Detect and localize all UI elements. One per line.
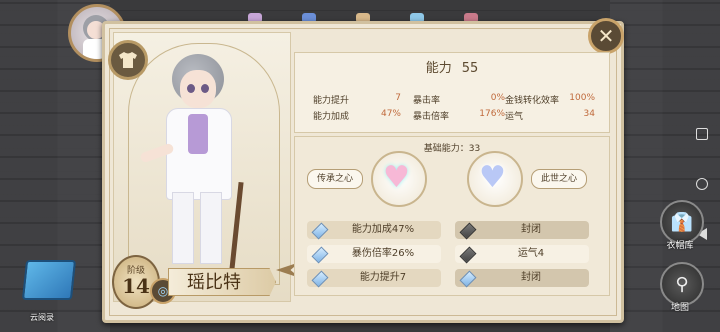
- cloud-record-button[interactable]: [18, 258, 78, 308]
- left-slot-3[interactable]: 能力提升7: [307, 269, 441, 288]
- close-icon: ✕: [597, 24, 615, 48]
- stat-ability-bonus: 能力加成 47%: [313, 109, 401, 122]
- rainbow-heart-icon: ♥: [383, 160, 410, 195]
- right-slot-3[interactable]: 封闭: [455, 269, 589, 288]
- base-ability-box: 基础能力：33 传承之心 ♥ ♥ 此世之心 能力加成47% 暴伤倍率26% 能力…: [294, 136, 610, 296]
- inheritance-heart-slot[interactable]: ♥: [371, 151, 427, 207]
- this-world-heart-slot[interactable]: ♥: [467, 151, 523, 207]
- map-label: 地图: [670, 303, 689, 313]
- stat-ability-boost: 能力提升 7: [313, 93, 401, 106]
- blue-heart-icon: ♥: [479, 160, 506, 195]
- ability-title: 能力 55: [295, 57, 609, 76]
- wardrobe-icon: 👔: [670, 211, 694, 233]
- scroll-book-icon: [21, 260, 77, 300]
- left-slot-2[interactable]: 暴伤倍率26%: [307, 245, 441, 264]
- left-slot-1[interactable]: 能力加成47%: [307, 221, 441, 240]
- recent-apps-icon[interactable]: [696, 128, 708, 140]
- stat-luck: 运气 34: [505, 109, 595, 122]
- right-slot-2[interactable]: 运气4: [455, 245, 589, 264]
- base-ability-title: 基础能力：33: [423, 144, 481, 154]
- home-icon[interactable]: [696, 178, 708, 190]
- inheritance-heart-tag: 传承之心: [307, 169, 363, 189]
- character-name: 瑶比特: [168, 268, 276, 296]
- stat-crit-rate: 暴击率 0%: [413, 93, 505, 106]
- close-button[interactable]: ✕: [588, 18, 624, 54]
- wardrobe-label: 衣帽库: [666, 241, 694, 251]
- character-sprite: [139, 52, 250, 272]
- right-slot-1[interactable]: 封闭: [455, 221, 589, 240]
- shirt-icon: [119, 52, 137, 68]
- stat-crit-multiplier: 暴击倍率 176%: [413, 109, 505, 122]
- cloud-record-label: 云阅录: [30, 313, 54, 322]
- top-decor: [248, 8, 588, 23]
- stats-box: 能力 55 能力提升 7 暴击率 0% 金钱转化效率 100% 能力加成 47% …: [294, 52, 610, 133]
- stat-money-efficiency: 金钱转化效率 100%: [505, 93, 595, 106]
- this-world-heart-tag: 此世之心: [531, 169, 587, 189]
- map-icon: ⚲: [675, 273, 689, 295]
